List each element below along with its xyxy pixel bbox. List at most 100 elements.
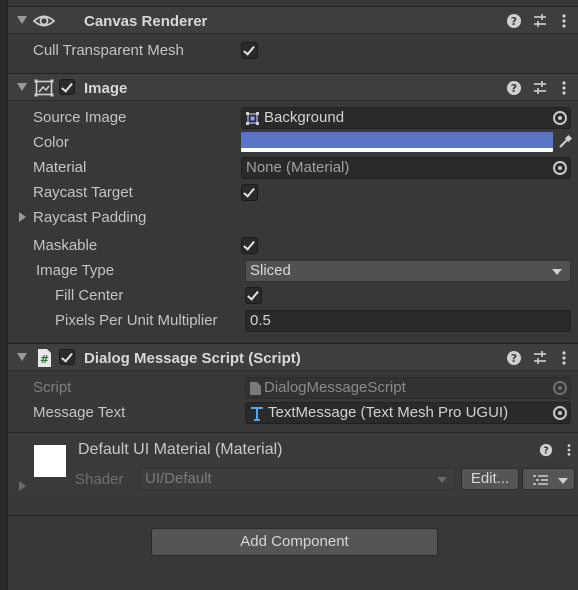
script-enabled-checkbox[interactable] <box>59 349 75 365</box>
source-image-field[interactable]: Background <box>241 107 571 129</box>
image-header[interactable]: Image ? <box>8 73 578 101</box>
cull-transparent-mesh-label: Cull Transparent Mesh <box>33 42 184 59</box>
check-icon <box>61 350 73 363</box>
image-type-label: Image Type <box>36 262 115 279</box>
section-divider <box>8 515 578 516</box>
more-options-icon[interactable] <box>563 443 575 457</box>
dropdown-arrow-icon <box>558 478 568 484</box>
edit-shader-button[interactable]: Edit... <box>461 468 519 490</box>
message-text-field[interactable]: TextMessage (Text Mesh Pro UGUI) <box>245 402 571 424</box>
script-file-icon <box>250 382 261 395</box>
image-type-row: Image Type Sliced <box>8 258 578 283</box>
cull-transparent-mesh-checkbox[interactable] <box>241 42 258 59</box>
material-value: None (Material) <box>246 159 350 176</box>
eye-icon <box>32 15 56 27</box>
script-icon: # <box>38 349 51 367</box>
script-row: Script DialogMessageScript <box>8 375 578 400</box>
material-section: Default UI Material (Material) ? Shader … <box>8 433 578 499</box>
check-icon <box>61 80 73 93</box>
component-title: Dialog Message Script (Script) <box>84 350 301 367</box>
component-title: Canvas Renderer <box>84 13 208 30</box>
maskable-label: Maskable <box>33 237 98 254</box>
foldout-arrow-icon[interactable] <box>19 212 26 222</box>
message-text-value: TextMessage (Text Mesh Pro UGUI) <box>268 404 509 421</box>
raycast-target-checkbox[interactable] <box>241 184 258 201</box>
color-label: Color <box>33 134 69 151</box>
shader-dropdown: UI/Default <box>140 468 456 490</box>
foldout-arrow-icon[interactable] <box>17 353 27 361</box>
maskable-checkbox[interactable] <box>241 237 258 254</box>
raycast-target-row: Raycast Target <box>8 180 578 205</box>
material-field[interactable]: None (Material) <box>241 157 571 179</box>
fill-center-checkbox[interactable] <box>245 287 262 304</box>
pixels-per-unit-input[interactable]: 0.5 <box>245 310 571 332</box>
object-picker-icon[interactable] <box>553 111 567 125</box>
check-icon <box>247 288 259 301</box>
canvas-renderer-header[interactable]: Canvas Renderer ? <box>8 6 578 34</box>
svg-text:?: ? <box>511 352 517 365</box>
fill-center-row: Fill Center <box>8 283 578 308</box>
script-field: DialogMessageScript <box>245 377 571 399</box>
raycast-padding-row[interactable]: Raycast Padding <box>8 205 578 230</box>
text-mesh-pro-icon <box>251 407 263 421</box>
fill-center-label: Fill Center <box>55 287 124 304</box>
foldout-arrow-icon[interactable] <box>17 83 27 91</box>
object-picker-icon[interactable] <box>553 161 567 175</box>
dialog-script-header[interactable]: # Dialog Message Script (Script) ? <box>8 343 578 371</box>
inspector-panel: Canvas Renderer ? Cull Transparent Mesh <box>7 0 578 590</box>
message-text-label: Message Text <box>33 404 126 421</box>
message-text-row: Message Text TextMessage (Text Mesh Pro … <box>8 400 578 425</box>
raycast-padding-label: Raycast Padding <box>33 209 147 226</box>
check-icon <box>243 238 255 251</box>
pixels-per-unit-value: 0.5 <box>250 312 271 329</box>
material-title: Default UI Material (Material) <box>78 441 283 458</box>
object-picker-icon[interactable] <box>553 406 567 420</box>
list-icon <box>533 475 548 485</box>
help-icon[interactable]: ? <box>539 443 553 457</box>
material-preview-thumbnail <box>34 445 66 477</box>
source-image-label: Source Image <box>33 109 127 126</box>
window-edge <box>0 0 7 590</box>
cull-transparent-mesh-row: Cull Transparent Mesh <box>8 38 578 63</box>
maskable-row: Maskable <box>8 233 578 258</box>
object-picker-icon <box>553 381 567 395</box>
script-value: DialogMessageScript <box>264 379 406 396</box>
help-icon[interactable]: ? <box>506 350 522 366</box>
check-icon <box>243 185 255 198</box>
raycast-target-label: Raycast Target <box>33 184 133 201</box>
foldout-arrow-icon[interactable] <box>19 481 26 491</box>
pixels-per-unit-row: Pixels Per Unit Multiplier 0.5 <box>8 308 578 333</box>
pixels-per-unit-label: Pixels Per Unit Multiplier <box>55 312 218 329</box>
shader-label: Shader <box>75 471 124 488</box>
shader-value: UI/Default <box>145 470 212 487</box>
more-options-icon[interactable] <box>556 13 572 29</box>
presets-icon[interactable] <box>532 13 548 29</box>
sprite-icon <box>246 112 259 125</box>
script-label: Script <box>33 379 72 396</box>
material-label: Material <box>33 159 87 176</box>
component-title: Image <box>84 80 128 97</box>
dropdown-arrow-icon <box>437 477 447 483</box>
eyedropper-icon[interactable] <box>557 134 573 150</box>
more-options-icon[interactable] <box>556 80 572 96</box>
presets-icon[interactable] <box>532 80 548 96</box>
shader-options-button[interactable] <box>522 468 575 490</box>
svg-text:#: # <box>40 353 49 366</box>
more-options-icon[interactable] <box>556 350 572 366</box>
svg-text:?: ? <box>511 82 517 95</box>
help-icon[interactable]: ? <box>506 80 522 96</box>
image-component-icon <box>34 79 54 97</box>
source-image-value: Background <box>264 109 345 126</box>
color-swatch[interactable] <box>241 132 553 152</box>
foldout-arrow-icon[interactable] <box>17 16 27 24</box>
image-type-dropdown[interactable]: Sliced <box>245 260 571 282</box>
image-type-value: Sliced <box>250 262 291 279</box>
help-icon[interactable]: ? <box>506 13 522 29</box>
presets-icon[interactable] <box>532 350 548 366</box>
image-enabled-checkbox[interactable] <box>59 79 75 95</box>
add-component-button[interactable]: Add Component <box>151 528 438 556</box>
color-row: Color <box>8 130 578 155</box>
svg-text:?: ? <box>511 15 517 28</box>
dropdown-arrow-icon <box>552 269 562 275</box>
svg-text:?: ? <box>543 446 549 457</box>
